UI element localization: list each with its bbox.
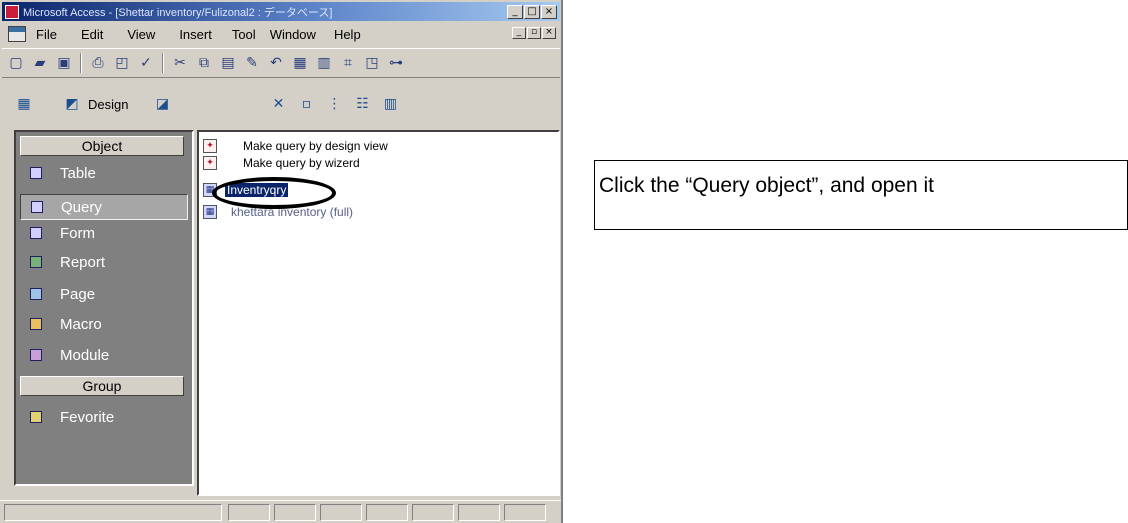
menu-insert[interactable]: Insert [179, 27, 212, 42]
groups-header[interactable]: Group [20, 376, 184, 396]
doc-restore-button[interactable]: ▫ [527, 27, 541, 39]
open-object-icon[interactable]: ▦ [14, 94, 34, 114]
menu-tool[interactable]: Tool [232, 27, 256, 42]
sidebar-item-query[interactable]: Query [20, 194, 188, 220]
sidebar-item-page[interactable]: Page [20, 281, 188, 307]
status-bar [0, 500, 561, 523]
toolbar-separator [80, 53, 82, 73]
code-icon[interactable]: ⌗ [338, 53, 358, 73]
highlight-oval [212, 177, 336, 209]
design-label: Design [88, 96, 129, 112]
window-title: Microsoft Access - [Shettar inventory/Fu… [23, 6, 333, 19]
save-icon[interactable]: ▣ [54, 53, 74, 73]
sidebar-item-label: Fevorite [60, 408, 115, 426]
sidebar-item-form[interactable]: Form [20, 220, 188, 246]
status-cell [366, 504, 408, 521]
form-icon [30, 227, 42, 239]
small-icons-icon[interactable]: ⋮ [324, 94, 344, 114]
database-window-icon[interactable] [8, 26, 26, 42]
status-cell [320, 504, 362, 521]
status-cell [458, 504, 500, 521]
database-toolbar: ▦ ◩ Design ◪ ✕ ▫ ⋮ ☷ ▥ [14, 86, 534, 122]
preview-icon[interactable]: ◰ [112, 53, 132, 73]
access-app-icon [5, 4, 19, 19]
title-bar[interactable]: Microsoft Access - [Shettar inventory/Fu… [2, 2, 560, 21]
list-item[interactable]: ✦ Make query by wizerd [203, 155, 360, 171]
sidebar-item-macro[interactable]: Macro [20, 311, 188, 337]
new-object-icon[interactable]: ◪ [152, 94, 172, 114]
menu-window[interactable]: Window [270, 27, 316, 42]
list-item-label: Make query by wizerd [243, 156, 360, 170]
maximize-button[interactable]: □ [524, 4, 540, 19]
menu-edit[interactable]: Edit [81, 27, 103, 42]
large-icons-icon[interactable]: ▫ [296, 94, 316, 114]
design-icon: ◩ [65, 96, 79, 112]
sidebar-item-label: Module [60, 346, 110, 364]
format-painter-icon[interactable]: ✎ [242, 53, 262, 73]
sidebar-item-label: Macro [60, 315, 102, 333]
minimize-button[interactable]: _ [507, 4, 523, 19]
print-icon[interactable]: ⎙ [88, 53, 108, 73]
query-icon [31, 201, 43, 213]
sidebar-item-report[interactable]: Report [20, 249, 188, 275]
office-links-icon[interactable]: ▦ [290, 53, 310, 73]
status-cell [274, 504, 316, 521]
analyze-icon[interactable]: ▥ [314, 53, 334, 73]
doc-close-button[interactable]: × [542, 27, 556, 39]
spell-icon[interactable]: ✓ [136, 53, 156, 73]
page-icon [30, 288, 42, 300]
menu-file[interactable]: File [36, 27, 57, 42]
objects-sidebar: Object Table Query Form Report Page Macr… [14, 130, 194, 486]
favorites-icon [30, 411, 42, 423]
menu-bar: File Edit View Insert Tool Window Help _… [2, 23, 560, 45]
sidebar-item-table[interactable]: Table [20, 160, 188, 186]
details-view-icon[interactable]: ▥ [380, 94, 400, 114]
query-icon: ▦ [203, 205, 217, 219]
list-view-icon[interactable]: ☷ [352, 94, 372, 114]
sidebar-item-favorites[interactable]: Fevorite [20, 404, 188, 430]
access-window: Microsoft Access - [Shettar inventory/Fu… [0, 0, 563, 523]
relationships-icon[interactable]: ⊶ [386, 53, 406, 73]
list-item-label: Make query by design view [243, 139, 388, 153]
status-cell [4, 504, 222, 521]
sidebar-item-label: Report [60, 253, 106, 271]
cut-icon[interactable]: ✂ [170, 53, 190, 73]
design-button[interactable]: ◩ Design [62, 94, 128, 114]
macro-icon [30, 318, 42, 330]
report-icon [30, 256, 42, 268]
status-cell [412, 504, 454, 521]
status-cell [228, 504, 270, 521]
sidebar-item-label: Form [60, 224, 95, 242]
wand-icon: ✦ [203, 139, 217, 153]
toolbar-separator [162, 53, 164, 73]
open-icon[interactable]: ▰ [30, 53, 50, 73]
close-button[interactable]: × [541, 4, 557, 19]
new-icon[interactable]: ▢ [6, 53, 26, 73]
table-icon [30, 167, 42, 179]
instruction-text: Click the “Query object”, and open it [599, 174, 934, 197]
doc-minimize-button[interactable]: _ [512, 27, 526, 39]
list-item[interactable]: ✦ Make query by design view [203, 138, 388, 154]
sidebar-item-label: Table [60, 164, 96, 182]
sidebar-item-label: Page [60, 285, 96, 303]
menu-view[interactable]: View [127, 27, 155, 42]
wand-icon: ✦ [203, 156, 217, 170]
standard-toolbar: ▢ ▰ ▣ ⎙ ◰ ✓ ✂ ⧉ ▤ ✎ ↶ ▦ ▥ ⌗ ◳ ⊶ [2, 48, 560, 78]
undo-icon[interactable]: ↶ [266, 53, 286, 73]
delete-icon[interactable]: ✕ [268, 94, 288, 114]
objects-header[interactable]: Object [20, 136, 184, 156]
copy-icon[interactable]: ⧉ [194, 53, 214, 73]
sidebar-item-module[interactable]: Module [20, 342, 188, 368]
paste-icon[interactable]: ▤ [218, 53, 238, 73]
menu-help[interactable]: Help [334, 27, 361, 42]
sidebar-item-label: Query [61, 198, 102, 216]
status-cell [504, 504, 546, 521]
instruction-callout: Click the “Query object”, and open it [594, 160, 1128, 230]
module-icon [30, 349, 42, 361]
properties-icon[interactable]: ◳ [362, 53, 382, 73]
